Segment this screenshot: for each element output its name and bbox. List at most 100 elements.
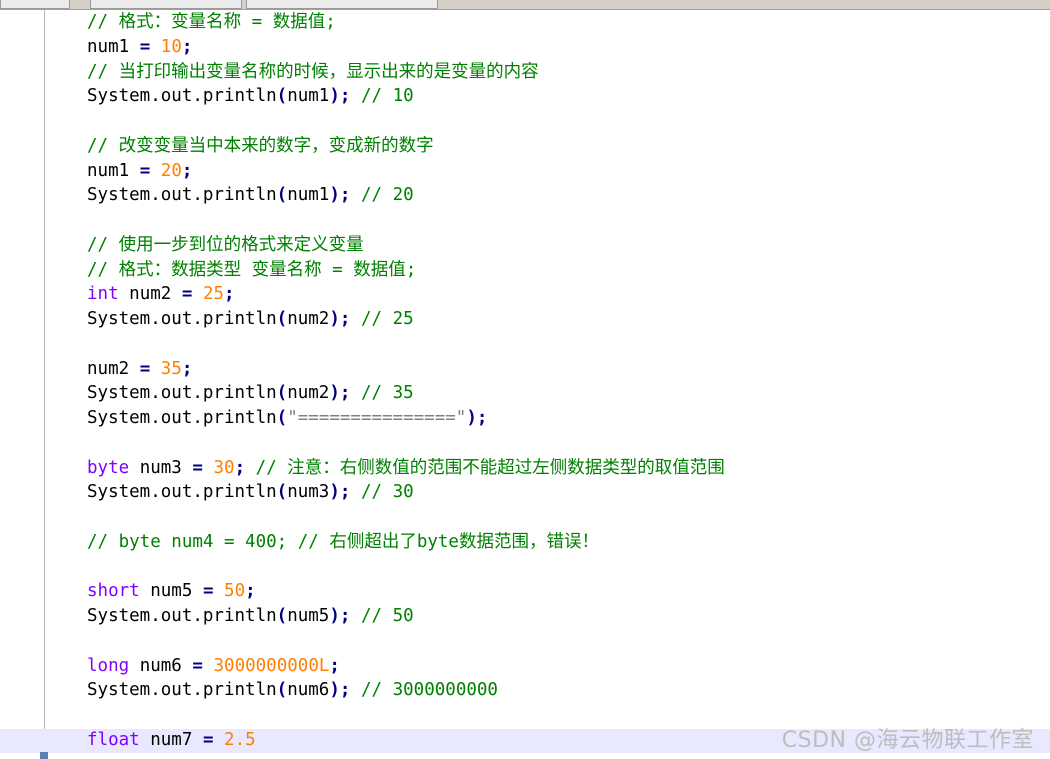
code-comment: // 使用一步到位的格式来定义变量 — [87, 234, 364, 255]
method-call: System.out.println — [87, 408, 277, 428]
code-line[interactable]: System.out.println(num1); // 20 — [87, 183, 1050, 208]
operator: ; — [339, 383, 351, 404]
code-line[interactable]: System.out.println(num2); // 25 — [87, 307, 1050, 332]
method-call: System.out.println — [87, 86, 277, 107]
number-literal: 50 — [224, 581, 246, 602]
editor-tab[interactable] — [0, 0, 70, 9]
blank-line[interactable] — [87, 332, 1050, 357]
code-comment: // 3000000000 — [361, 680, 498, 701]
code-comment: // 当打印输出变量名称的时候，显示出来的是变量的内容 — [87, 61, 539, 82]
code-line[interactable]: System.out.println(num6); // 3000000000 — [87, 678, 1050, 703]
code-line[interactable]: // 当打印输出变量名称的时候，显示出来的是变量的内容 — [87, 60, 1050, 85]
variable-name: num2 — [129, 284, 172, 305]
code-line[interactable]: System.out.println(num1); // 10 — [87, 84, 1050, 109]
number-literal: 10 — [160, 36, 182, 57]
code-line[interactable]: System.out.println(num2); // 35 — [87, 381, 1050, 406]
operator: ; — [339, 482, 351, 503]
variable-name: num6 — [287, 680, 330, 701]
string-literal: "===============" — [287, 408, 467, 428]
code-comment: // 35 — [361, 383, 414, 404]
operator: ( — [276, 680, 288, 701]
number-literal: 25 — [202, 284, 225, 305]
operator: ; — [181, 160, 193, 181]
code-line[interactable]: num2 = 35; — [87, 357, 1050, 382]
variable-name: num5 — [287, 606, 330, 626]
blank-line[interactable] — [87, 555, 1050, 580]
operator: ; — [234, 457, 246, 478]
variable-name: num2 — [87, 358, 130, 379]
code-line[interactable]: short num5 = 50; — [87, 579, 1050, 604]
code-line[interactable]: // 格式：变量名称 = 数据值; — [87, 10, 1050, 35]
code-comment: // 注意：右侧数值的范围不能超过左侧数据类型的取值范围 — [255, 457, 725, 478]
code-line[interactable]: num1 = 10; — [87, 35, 1050, 60]
type-keyword: float — [87, 729, 140, 750]
tab-strip — [0, 0, 1050, 10]
operator: = — [139, 36, 151, 57]
code-line[interactable]: // 使用一步到位的格式来定义变量 — [87, 233, 1050, 258]
operator: ) — [329, 482, 340, 503]
operator: ; — [224, 284, 235, 305]
operator: ; — [181, 36, 193, 57]
number-literal: 3000000000L — [213, 655, 330, 676]
operator: ; — [329, 655, 340, 676]
operator: = — [139, 160, 151, 181]
code-line[interactable]: // byte num4 = 400; // 右侧超出了byte数据范围，错误！ — [87, 530, 1050, 555]
variable-name: num2 — [287, 309, 330, 329]
blank-line[interactable] — [87, 629, 1050, 654]
code-comment: // 10 — [361, 86, 414, 107]
method-call: System.out.println — [87, 309, 277, 329]
method-call: System.out.println — [87, 606, 277, 626]
operator: ( — [276, 383, 288, 404]
code-comment: // byte num4 = 400; // 右侧超出了byte数据范围，错误！ — [87, 531, 599, 552]
number-literal: 20 — [160, 160, 182, 181]
operator: = — [202, 581, 214, 602]
code-line[interactable]: // 格式：数据类型 变量名称 = 数据值; — [87, 258, 1050, 283]
operator: ) — [329, 185, 340, 206]
editor-tab[interactable] — [90, 0, 242, 9]
code-comment: // 改变变量当中本来的数字，变成新的数字 — [87, 135, 434, 156]
operator: ; — [339, 185, 351, 206]
code-line[interactable]: byte num3 = 30; // 注意：右侧数值的范围不能超过左侧数据类型的… — [87, 456, 1050, 481]
variable-name: num5 — [150, 581, 193, 602]
code-comment: // 格式：变量名称 = 数据值; — [87, 12, 336, 32]
blank-line[interactable] — [87, 109, 1050, 134]
blank-line[interactable] — [87, 431, 1050, 456]
operator: ) — [329, 383, 340, 404]
editor-gutter — [0, 10, 45, 759]
operator: ; — [339, 680, 351, 701]
number-literal: 2.5 — [224, 729, 256, 750]
operator: ( — [276, 606, 288, 626]
operator: = — [192, 655, 203, 676]
operator: ; — [339, 86, 351, 107]
code-comment: // 20 — [361, 185, 414, 206]
method-call: System.out.println — [87, 383, 277, 404]
variable-name: num3 — [139, 457, 182, 478]
code-area[interactable]: // 格式：变量名称 = 数据值; num1 = 10;// 当打印输出变量名称的… — [87, 10, 1050, 753]
operator: = — [202, 729, 214, 750]
blank-line[interactable] — [87, 505, 1050, 530]
operator: = — [181, 284, 193, 305]
code-line[interactable]: // 改变变量当中本来的数字，变成新的数字 — [87, 134, 1050, 159]
operator: ) — [329, 86, 340, 107]
code-line[interactable]: num1 = 20; — [87, 159, 1050, 184]
operator: ( — [276, 309, 288, 329]
operator: ; — [339, 606, 351, 626]
operator: = — [139, 358, 151, 379]
type-keyword: short — [87, 581, 140, 602]
code-comment: // 50 — [361, 606, 414, 626]
operator: ( — [276, 408, 288, 428]
code-line[interactable]: long num6 = 3000000000L; — [87, 654, 1050, 679]
code-line[interactable]: System.out.println(num5); // 50 — [87, 604, 1050, 629]
blank-line[interactable] — [87, 208, 1050, 233]
code-comment: // 格式：数据类型 变量名称 = 数据值; — [87, 259, 417, 280]
editor-tab[interactable] — [246, 0, 438, 9]
variable-name: num1 — [287, 185, 330, 206]
code-line[interactable]: System.out.println(num3); // 30 — [87, 480, 1050, 505]
variable-name: num1 — [87, 160, 130, 181]
watermark: CSDN @海云物联工作室 — [781, 728, 1034, 753]
fold-marker-icon — [40, 752, 48, 759]
operator: ; — [245, 581, 256, 602]
method-call: System.out.println — [87, 680, 277, 701]
code-line[interactable]: int num2 = 25; — [87, 282, 1050, 307]
code-line[interactable]: System.out.println("==============="); — [87, 406, 1050, 431]
